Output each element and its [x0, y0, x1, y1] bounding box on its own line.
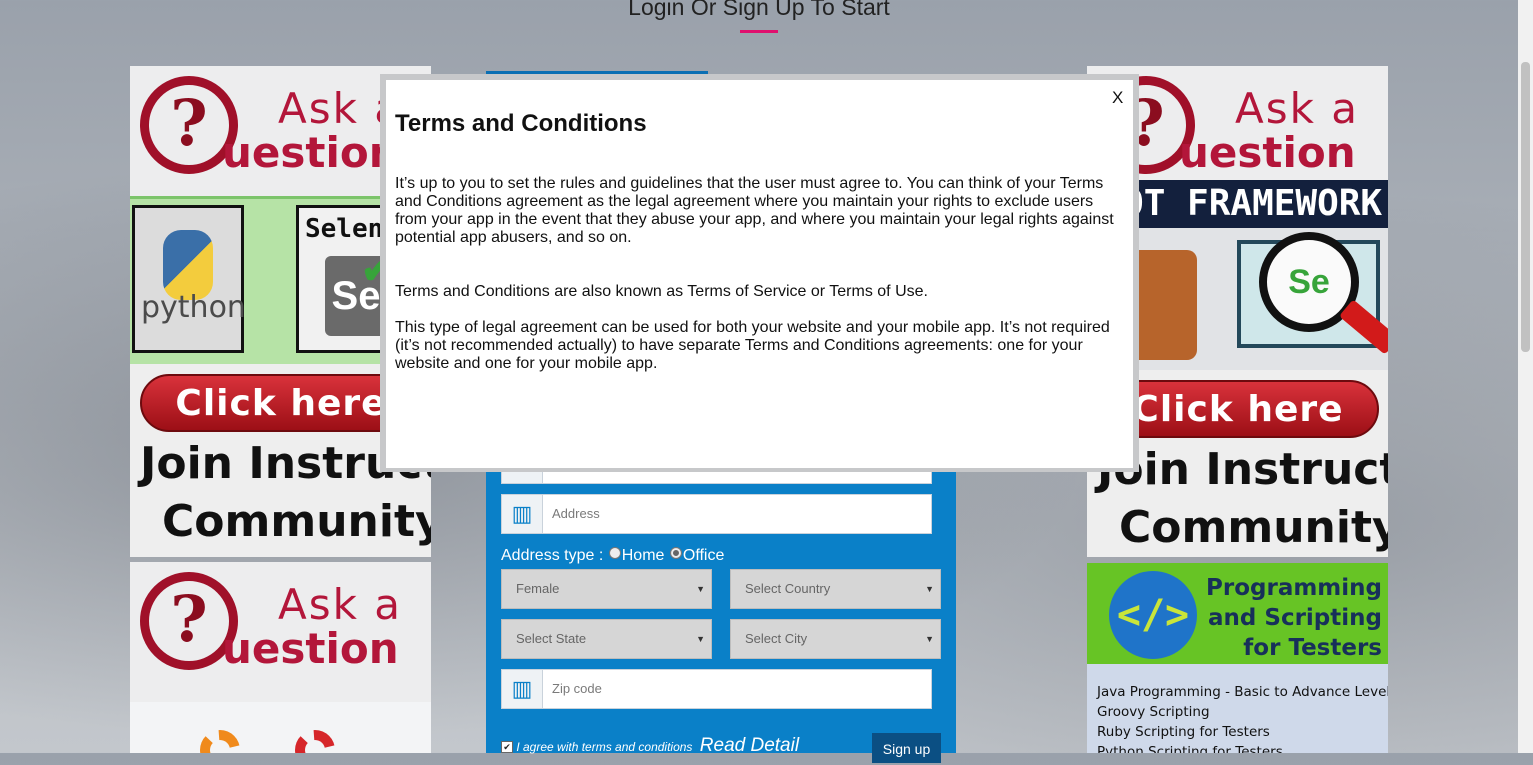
terms-agreement: ✔ I agree with terms and conditions Read…	[501, 735, 799, 757]
map-icon: ▥	[502, 495, 543, 533]
ask-text: Ask a	[278, 580, 403, 629]
country-placeholder: Select Country	[745, 581, 831, 596]
map-icon: ▥	[502, 670, 543, 708]
community-text: Community	[162, 496, 431, 547]
gender-value: Female	[516, 581, 560, 596]
signup-button[interactable]: Sign up	[872, 733, 941, 763]
zip-field[interactable]: ▥ Zip code	[501, 669, 932, 709]
programming-ad[interactable]: </> Programming and Scripting for Tester…	[1087, 563, 1388, 753]
terms-checkbox[interactable]: ✔	[501, 741, 513, 753]
click-here-button[interactable]: Click here	[1097, 380, 1379, 438]
chevron-down-icon: ▼	[696, 634, 705, 644]
programming-title: Programming and Scripting for Testers	[1206, 575, 1382, 661]
chevron-down-icon: ▼	[925, 634, 934, 644]
course-link[interactable]: Groovy Scripting	[1097, 702, 1378, 722]
python-label: python	[141, 290, 246, 325]
modal-title: Terms and Conditions	[395, 110, 647, 137]
gender-select[interactable]: Female ▼	[501, 569, 712, 609]
page-scrollbar[interactable]	[1518, 0, 1533, 753]
country-select[interactable]: Select Country ▼	[730, 569, 941, 609]
title-underline	[740, 30, 778, 33]
course-link[interactable]: Ruby Scripting for Testers	[1097, 722, 1378, 742]
course-link[interactable]: Java Programming - Basic to Advance Leve…	[1097, 682, 1388, 702]
gear-icon	[200, 730, 240, 753]
scrollbar-thumb[interactable]	[1521, 62, 1530, 352]
question-text: uestion	[222, 624, 399, 673]
city-placeholder: Select City	[745, 631, 808, 646]
close-button[interactable]: X	[1112, 88, 1123, 108]
terms-label: I agree with terms and conditions	[516, 740, 693, 754]
state-select[interactable]: Select State ▼	[501, 619, 712, 659]
python-logo: python	[132, 205, 246, 353]
chevron-down-icon: ▼	[925, 584, 934, 594]
terms-paragraph-3: This type of legal agreement can be used…	[395, 319, 1110, 372]
zip-placeholder: Zip code	[552, 681, 602, 696]
terms-paragraph-1: It’s up to you to set the rules and guid…	[395, 175, 1114, 246]
radio-home[interactable]	[608, 547, 621, 559]
page-title: Login Or Sign Up To Start	[628, 0, 890, 20]
radio-home-label: Home	[621, 547, 665, 564]
join-text: Join Instructor	[1097, 444, 1388, 495]
question-text: uestion	[222, 128, 399, 177]
question-text: uestion	[1179, 128, 1356, 177]
code-icon: </>	[1109, 571, 1197, 659]
course-list: Java Programming - Basic to Advance Leve…	[1087, 664, 1388, 753]
address-field[interactable]: ▥ Address	[501, 494, 932, 534]
ask-question-logo: ? Ask a uestion	[130, 562, 431, 702]
address-placeholder: Address	[552, 506, 600, 521]
radio-office[interactable]	[669, 547, 682, 559]
course-link[interactable]: Python Scripting for Testers	[1097, 742, 1378, 753]
community-text: Community	[1119, 502, 1388, 553]
gears-graphic	[130, 702, 431, 753]
ask-text: Ask a	[1235, 84, 1360, 133]
radio-office-label: Office	[682, 547, 725, 564]
terms-modal	[386, 80, 1133, 468]
left-ad-banner-2[interactable]: ? Ask a uestion	[130, 562, 431, 753]
address-type-label: Address type :	[501, 547, 604, 564]
gear-icon	[295, 730, 335, 753]
programming-banner: </> Programming and Scripting for Tester…	[1087, 563, 1388, 664]
address-type-group: Address type : Home Office	[501, 547, 724, 565]
city-select[interactable]: Select City ▼	[730, 619, 941, 659]
state-placeholder: Select State	[516, 631, 587, 646]
terms-paragraph-2: Terms and Conditions are also known as T…	[395, 283, 928, 300]
chevron-down-icon: ▼	[696, 584, 705, 594]
